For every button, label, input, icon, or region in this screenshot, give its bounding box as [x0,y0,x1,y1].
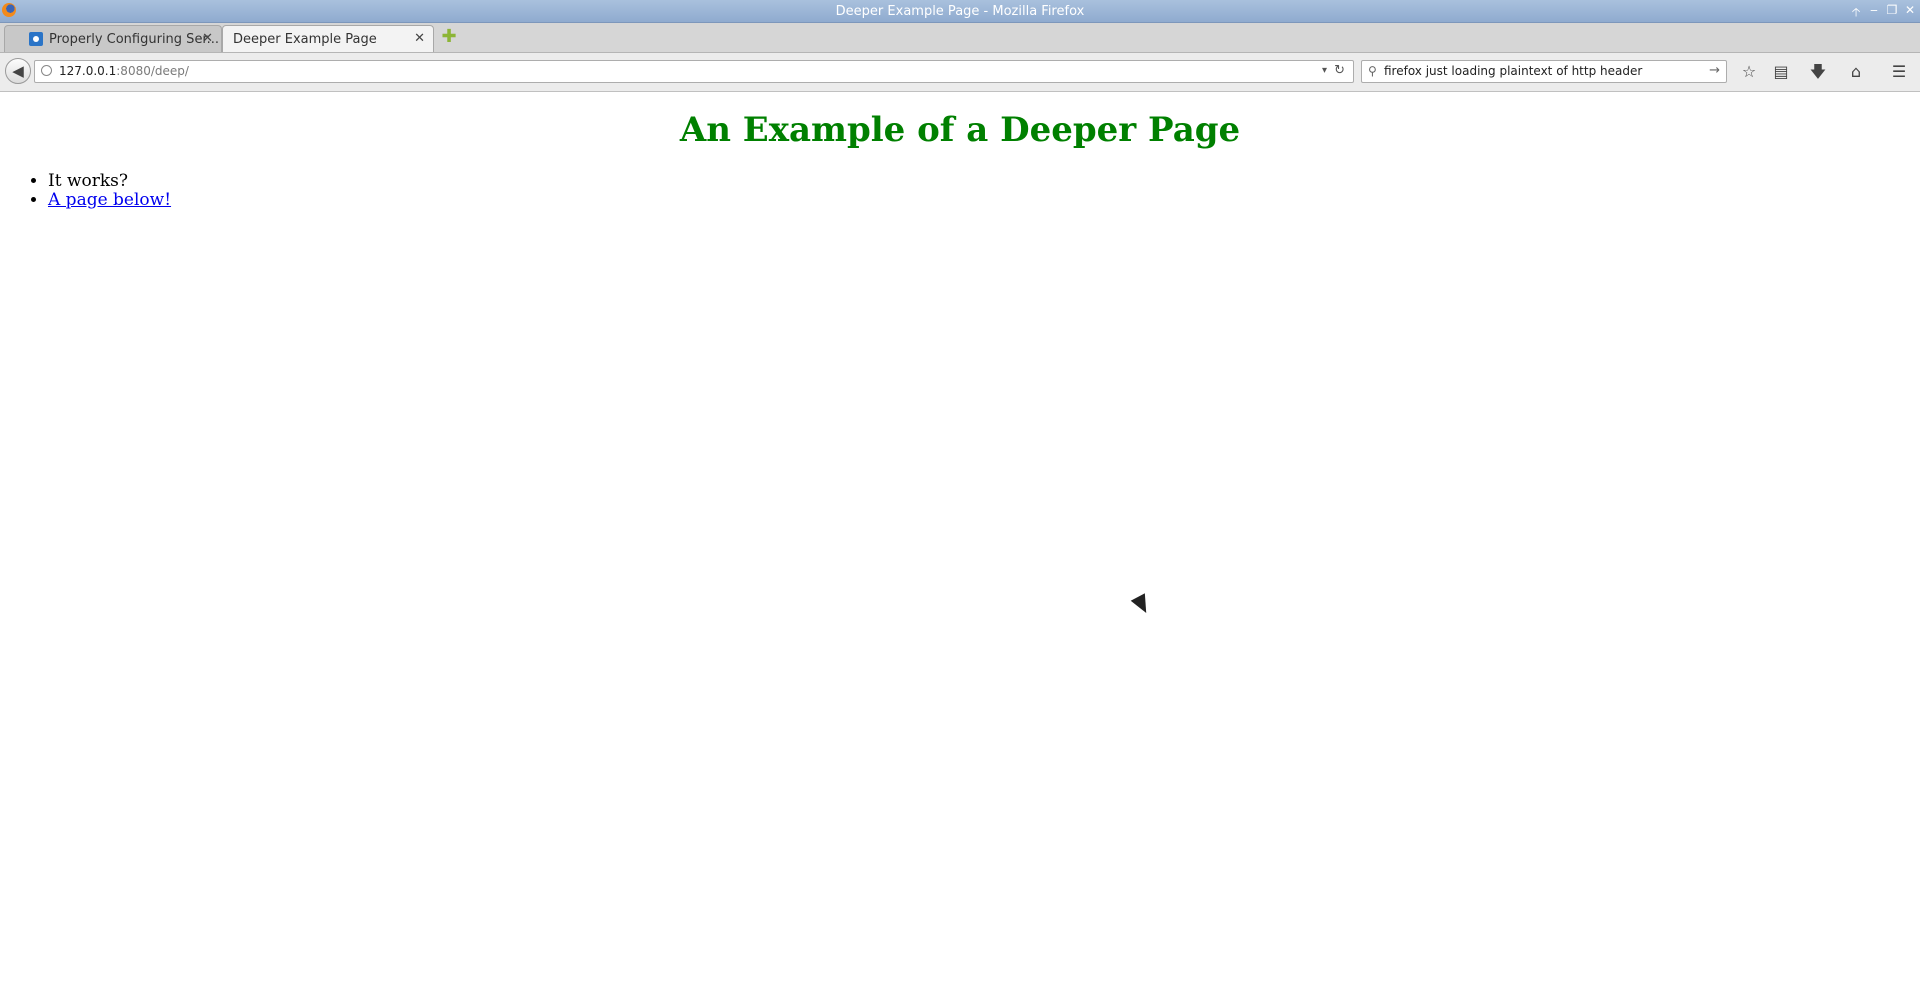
search-bar[interactable]: ⚲ firefox just loading plaintext of http… [1361,60,1727,83]
bookmark-star-icon[interactable]: ☆ [1738,62,1760,82]
list-item-text: It works? [48,171,129,191]
url-path: :8080/deep/ [116,64,189,78]
menu-icon[interactable]: ☰ [1888,62,1910,82]
site-favicon-icon [29,32,43,46]
new-tab-button[interactable]: ✚ [440,28,458,46]
url-history-dropdown-icon[interactable]: ▾ [1322,65,1327,76]
url-text[interactable]: 127.0.0.1:8080/deep/ [59,64,189,78]
window-title: Deeper Example Page - Mozilla Firefox [835,4,1085,19]
window-minimize-button[interactable]: ‒ [1866,3,1882,17]
page-below-link[interactable]: A page below! [48,190,171,210]
downloads-icon[interactable]: 🡇 [1807,62,1829,82]
tab-close-icon[interactable]: ✕ [414,31,425,46]
page-heading: An Example of a Deeper Page [679,110,1241,150]
reload-icon[interactable]: ↻ [1334,63,1345,78]
page-list: It works? A page below! [8,172,171,210]
page-content: An Example of a Deeper Page It works? A … [0,92,1920,1008]
site-identity-icon[interactable] [41,65,52,76]
list-item: A page below! [48,191,171,210]
window-maximize-button[interactable]: ❐ [1884,3,1900,17]
window-close-button[interactable]: ✕ [1902,3,1918,17]
window-titlebar: Deeper Example Page - Mozilla Firefox 🡡 … [0,0,1920,23]
url-host: 127.0.0.1 [59,64,117,78]
list-item: It works? [48,172,171,191]
search-input[interactable]: firefox just loading plaintext of http h… [1384,64,1642,78]
home-icon[interactable]: ⌂ [1845,62,1867,82]
tab-deeper-example[interactable]: Deeper Example Page ✕ [222,25,434,52]
navigation-toolbar: ◀ 127.0.0.1:8080/deep/ ▾ ↻ ⚲ firefox jus… [0,53,1920,92]
reading-list-icon[interactable]: ▤ [1770,62,1792,82]
tab-close-icon[interactable]: ✕ [202,31,213,46]
tab-label: Deeper Example Page [233,32,377,47]
url-bar[interactable]: 127.0.0.1:8080/deep/ ▾ ↻ [34,60,1354,83]
search-icon: ⚲ [1368,64,1377,78]
window-up-icon[interactable]: 🡡 [1848,3,1864,24]
search-go-icon[interactable]: → [1709,63,1720,78]
tab-strip: Properly Configuring Ser... ✕ Deeper Exa… [0,23,1920,53]
back-button[interactable]: ◀ [5,58,31,84]
tab-label: Properly Configuring Ser... [49,32,219,47]
tab-properly-configuring[interactable]: Properly Configuring Ser... ✕ [4,25,222,52]
